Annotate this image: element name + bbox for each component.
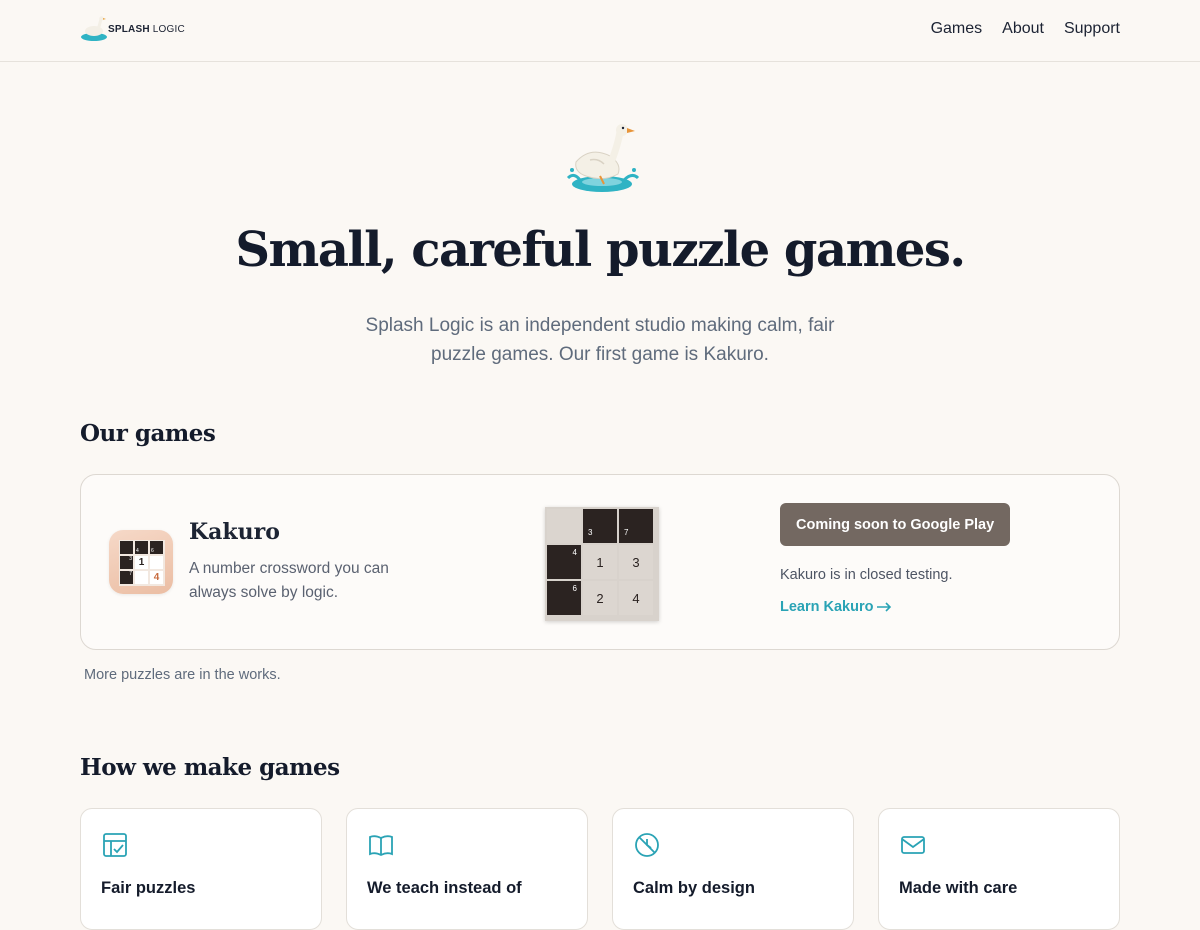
principle-card-teach: We teach instead of bbox=[346, 808, 588, 930]
no-ads-icon bbox=[635, 833, 659, 857]
board-cell bbox=[547, 509, 581, 543]
nav-games[interactable]: Games bbox=[931, 20, 983, 38]
app-grid-cell: 1 bbox=[135, 556, 148, 569]
nav-about[interactable]: About bbox=[1002, 20, 1044, 38]
app-grid-cell bbox=[150, 556, 163, 569]
principle-title: Fair puzzles bbox=[101, 879, 196, 897]
board-clue-cell: 7 bbox=[619, 509, 653, 543]
app-grid-cell: 4 bbox=[150, 571, 163, 584]
goose-logo-icon bbox=[81, 16, 107, 41]
game-description: A number crossword you can always solve … bbox=[189, 560, 389, 601]
more-games-note: More puzzles are in the works. bbox=[84, 667, 281, 683]
learn-kakuro-link[interactable]: Learn Kakuro bbox=[780, 599, 892, 615]
nav-support[interactable]: Support bbox=[1064, 20, 1120, 38]
mail-icon bbox=[901, 836, 925, 854]
principle-title: Made with care bbox=[899, 879, 1018, 897]
board-cell: 2 bbox=[583, 581, 617, 615]
arrow-right-icon bbox=[877, 602, 892, 612]
kakuro-board-preview: 3 7 4 1 3 6 2 4 bbox=[545, 507, 659, 621]
app-grid-cell: 3 bbox=[120, 556, 133, 569]
learn-kakuro-label: Learn Kakuro bbox=[780, 599, 874, 615]
principle-title: Calm by design bbox=[633, 879, 755, 897]
board-clue-cell: 6 bbox=[547, 581, 581, 615]
book-icon bbox=[369, 835, 393, 857]
how-section-title: How we make games bbox=[80, 754, 340, 781]
app-grid-cell: 6 bbox=[150, 541, 163, 554]
app-grid-cell: 7 bbox=[120, 571, 133, 584]
hero-title: Small, careful puzzle games. bbox=[235, 222, 966, 278]
site-header: SPLASH LOGIC Games About Support bbox=[0, 0, 1200, 62]
app-grid-cell bbox=[135, 571, 148, 584]
google-play-button[interactable]: Coming soon to Google Play bbox=[780, 503, 1011, 546]
testing-status: Kakuro is in closed testing. bbox=[780, 567, 953, 583]
board-clue-cell: 3 bbox=[583, 509, 617, 543]
principle-card-care: Made with care bbox=[878, 808, 1120, 930]
main-nav: Games About Support bbox=[931, 20, 1120, 38]
hero-subtitle: Splash Logic is an independent studio ma… bbox=[365, 315, 835, 365]
checklist-icon bbox=[103, 833, 127, 857]
principle-card-calm: Calm by design bbox=[612, 808, 854, 930]
board-cell: 3 bbox=[619, 545, 653, 579]
logo[interactable]: SPLASH LOGIC bbox=[80, 12, 185, 44]
goose-splash-icon bbox=[566, 124, 640, 192]
board-cell: 4 bbox=[619, 581, 653, 615]
app-grid-cell: 4 bbox=[135, 541, 148, 554]
principle-card-fair: Fair puzzles bbox=[80, 808, 322, 930]
games-section-title: Our games bbox=[80, 420, 216, 447]
app-grid-cell bbox=[120, 541, 133, 554]
game-card-kakuro: 4 6 3 1 7 4 Kakuro A number crossword yo… bbox=[80, 474, 1120, 650]
board-clue-cell: 4 bbox=[547, 545, 581, 579]
game-title: Kakuro bbox=[189, 519, 280, 545]
logo-text: SPLASH LOGIC bbox=[108, 23, 185, 35]
principle-title: We teach instead of bbox=[367, 879, 522, 897]
board-cell: 1 bbox=[583, 545, 617, 579]
kakuro-app-icon: 4 6 3 1 7 4 bbox=[109, 530, 173, 594]
app-icon-grid: 4 6 3 1 7 4 bbox=[119, 540, 165, 586]
